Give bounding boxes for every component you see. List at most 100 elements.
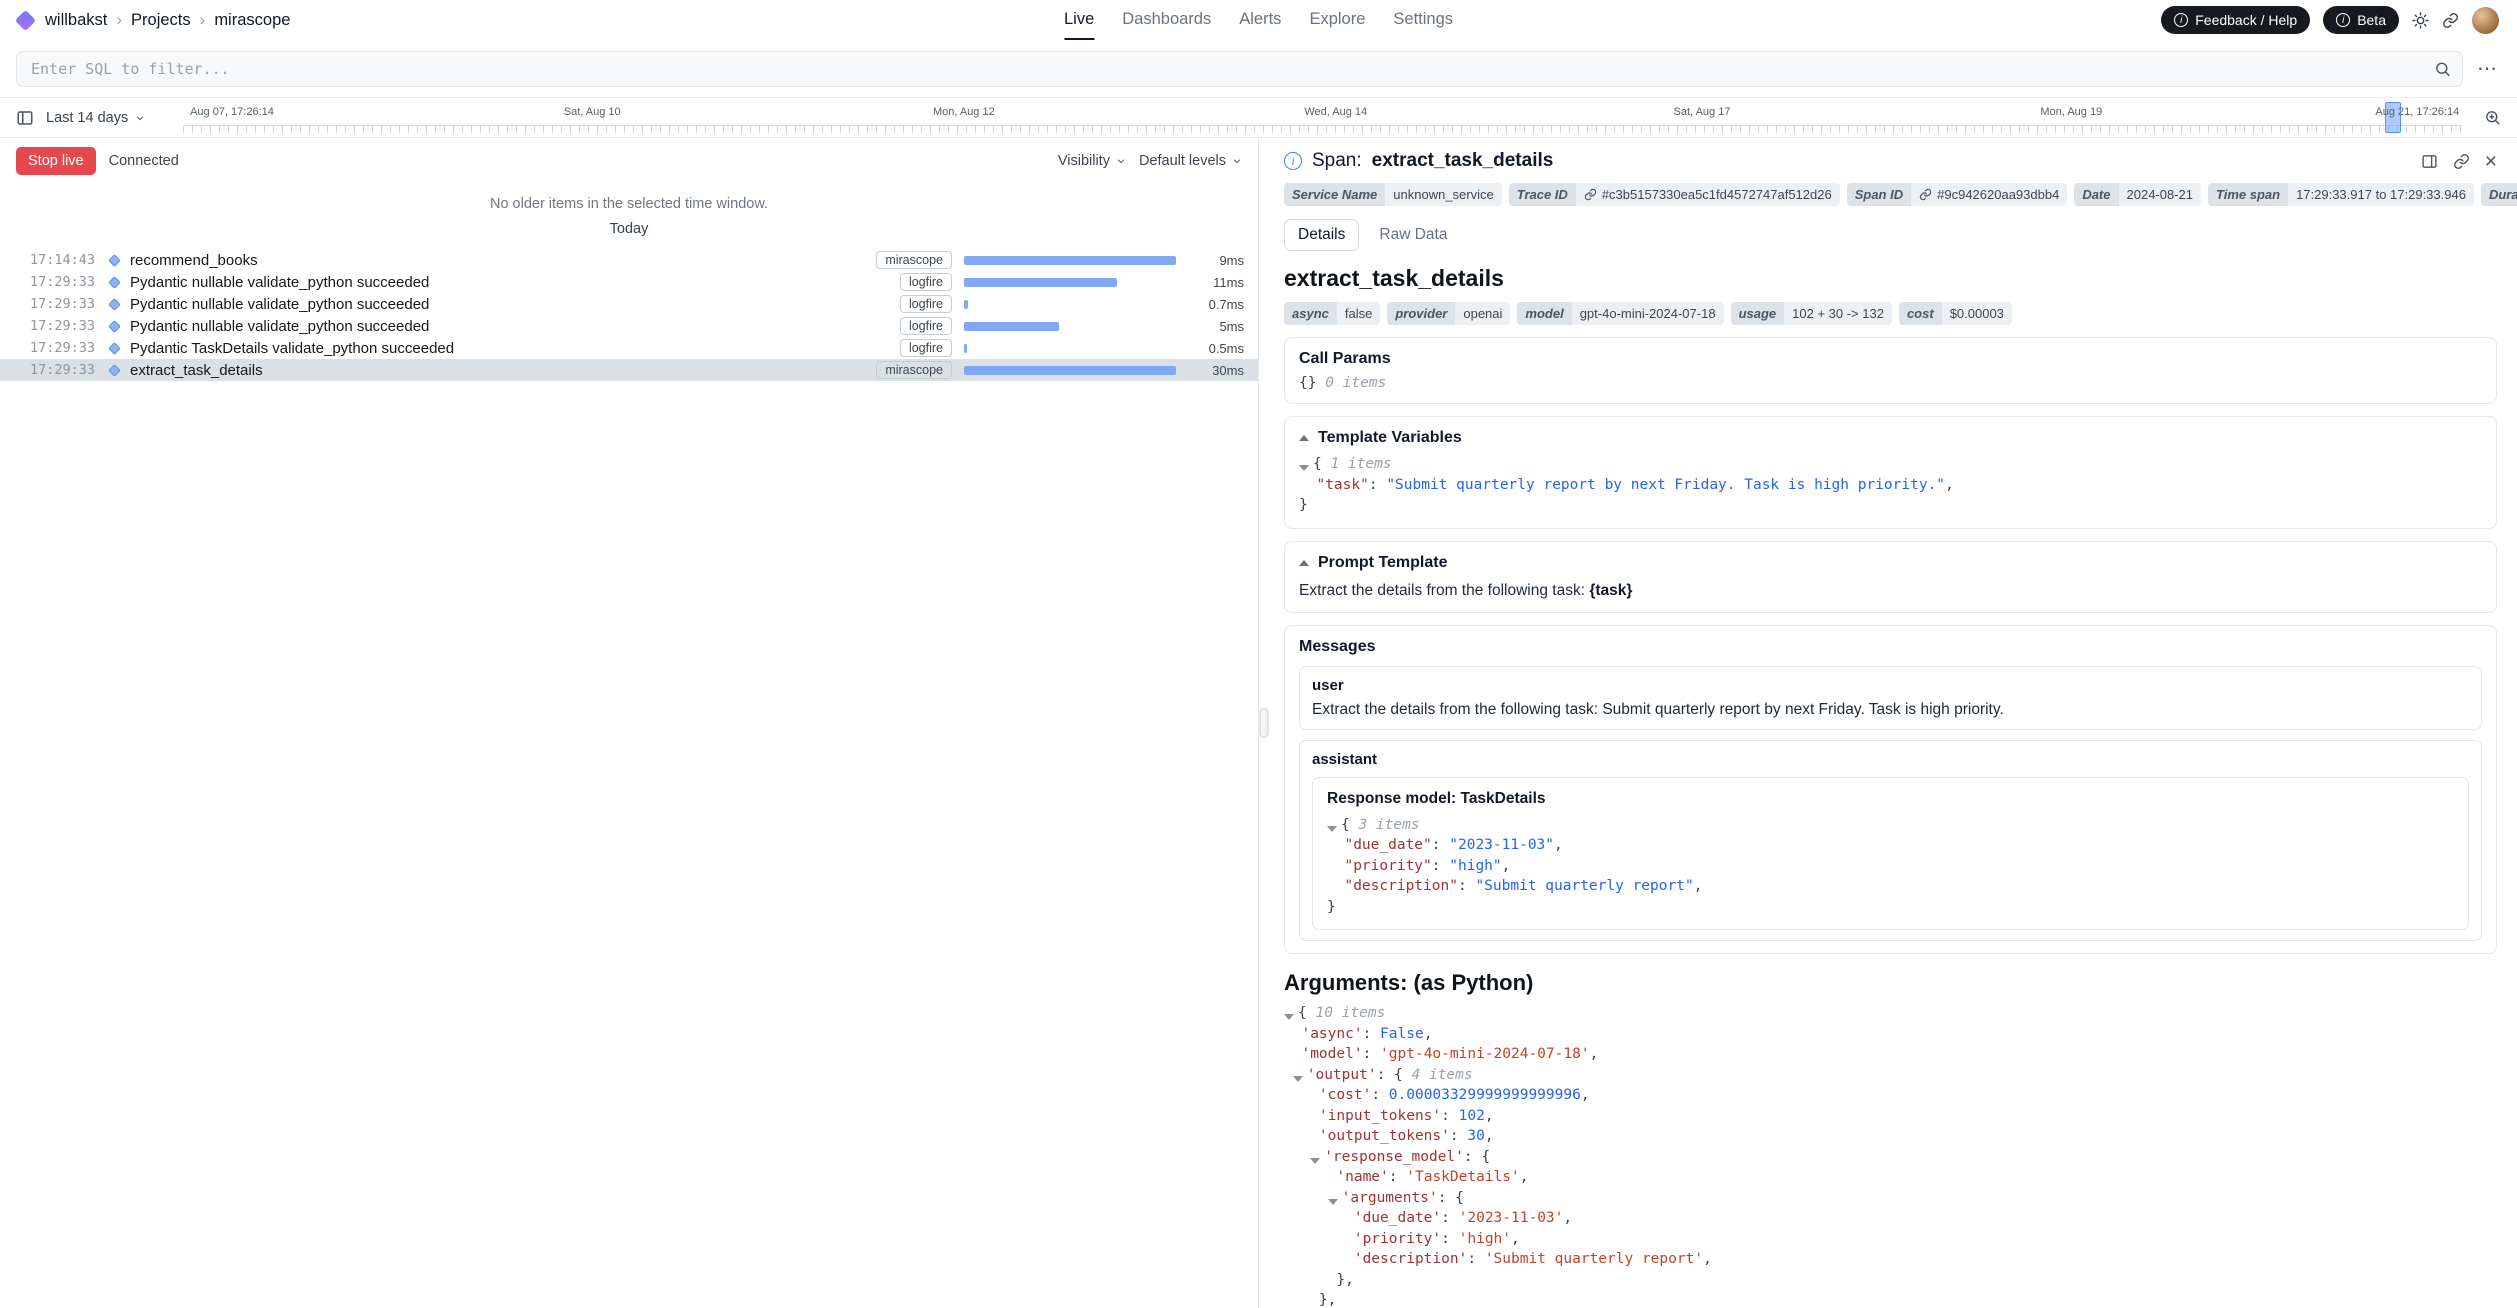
close-icon[interactable]: × (2485, 151, 2497, 172)
log-row[interactable]: 17:29:33Pydantic TaskDetails validate_py… (0, 337, 1258, 359)
levels-dropdown[interactable]: Default levels (1139, 153, 1242, 169)
feedback-help-label: Feedback / Help (2195, 12, 2297, 28)
meta-span-id[interactable]: Span ID#9c942620aa93dbb4 (1847, 183, 2068, 206)
duration-bar (964, 322, 1059, 331)
live-panel-header: Stop live Connected Visibility Default l… (0, 138, 1258, 184)
timeline-tick-label: Mon, Aug 19 (2040, 106, 2102, 118)
breadcrumb-separator: › (116, 10, 122, 30)
topbar-left: willbakst›Projects›mirascope (18, 10, 290, 30)
tag-badge: mirascope (876, 251, 952, 269)
user-message-text: Extract the details from the following t… (1312, 701, 2469, 719)
log-row[interactable]: 17:29:33extract_task_detailsmirascope30m… (0, 359, 1258, 381)
prompt-template-static: Extract the details from the following t… (1299, 582, 1589, 599)
theme-toggle-icon[interactable] (2412, 12, 2429, 29)
beta-label: Beta (2357, 12, 2386, 28)
detail-panel: i Span: extract_task_details × Service N… (1268, 138, 2517, 1308)
tab-raw-data[interactable]: Raw Data (1373, 220, 1453, 250)
span-diamond-icon (108, 254, 121, 267)
badge-label: provider (1387, 302, 1455, 325)
log-time: 17:14:43 (30, 252, 108, 268)
visibility-dropdown[interactable]: Visibility (1058, 153, 1126, 169)
dock-panel-icon[interactable] (2421, 153, 2438, 170)
search-icon[interactable] (2434, 60, 2451, 77)
prompt-template-card: Prompt Template Extract the details from… (1284, 541, 2497, 613)
span-diamond-icon (108, 320, 121, 333)
duration-bar-track (964, 300, 1176, 309)
meta-value: unknown_service (1385, 183, 1501, 206)
prompt-template-header[interactable]: Prompt Template (1299, 554, 2482, 572)
nav-dashboards[interactable]: Dashboards (1122, 0, 1211, 40)
tab-details[interactable]: Details (1284, 219, 1359, 251)
levels-label: Default levels (1139, 153, 1226, 169)
share-link-icon[interactable] (2442, 12, 2459, 29)
breadcrumb-mirascope[interactable]: mirascope (214, 11, 290, 30)
time-range-selector[interactable]: Last 14 days (46, 110, 145, 126)
zoom-icon[interactable] (2484, 109, 2501, 126)
avatar[interactable] (2472, 7, 2499, 34)
duration-bar-track (964, 322, 1176, 331)
template-variables-header[interactable]: Template Variables (1299, 429, 2482, 447)
badge-value: false (1337, 302, 1380, 325)
user-role: user (1312, 677, 2469, 694)
collapse-caret-icon (1299, 435, 1309, 441)
nav-settings[interactable]: Settings (1393, 0, 1453, 40)
breadcrumb-projects[interactable]: Projects (131, 11, 191, 30)
nav-explore[interactable]: Explore (1309, 0, 1365, 40)
chevron-down-icon (135, 113, 145, 123)
badge-cost: cost$0.00003 (1899, 302, 2012, 325)
meta-value: 2024-08-21 (2119, 183, 2202, 206)
nav-alerts[interactable]: Alerts (1239, 0, 1281, 40)
call-params-title: Call Params (1299, 350, 2482, 368)
arguments-code: { 10 items 'async': False, 'model': 'gpt… (1284, 1003, 2497, 1308)
assistant-message: assistant Response model: TaskDetails { … (1299, 740, 2482, 942)
tag-badge: logfire (900, 317, 952, 335)
arguments-title: Arguments: (as Python) (1284, 970, 2497, 996)
duration-bar-track (964, 278, 1176, 287)
sql-filter-input[interactable] (16, 51, 2463, 87)
connection-status: Connected (109, 153, 179, 169)
duration-bar (964, 300, 968, 309)
span-diamond-icon (108, 276, 121, 289)
response-model-box: Response model: TaskDetails { 3 items "d… (1312, 777, 2469, 931)
timeline-tick-label: Wed, Aug 14 (1304, 106, 1367, 118)
sidebar-toggle-icon[interactable] (16, 109, 34, 127)
nav-live[interactable]: Live (1064, 0, 1094, 40)
meta-label: Service Name (1284, 183, 1385, 206)
log-label: extract_task_details (130, 362, 876, 379)
log-row[interactable]: 17:29:33Pydantic nullable validate_pytho… (0, 293, 1258, 315)
log-row[interactable]: 17:29:33Pydantic nullable validate_pytho… (0, 271, 1258, 293)
meta-label: Duration (2481, 183, 2517, 206)
empty-notice: No older items in the selected time wind… (0, 196, 1258, 212)
beta-button[interactable]: i Beta (2323, 6, 2399, 34)
feedback-help-button[interactable]: i Feedback / Help (2161, 6, 2310, 34)
timeline-tick-label: Sat, Aug 10 (564, 106, 621, 118)
log-row[interactable]: 17:14:43recommend_booksmirascope9ms (0, 249, 1258, 271)
meta-time-span: Time span17:29:33.917 to 17:29:33.946 (2208, 183, 2474, 206)
timeline-tick-label: Mon, Aug 12 (933, 106, 995, 118)
call-params-count: 0 items (1325, 375, 1386, 391)
tag-badge: logfire (900, 339, 952, 357)
more-options-icon[interactable]: ⋯ (2473, 59, 2501, 79)
meta-value: 17:29:33.917 to 17:29:33.946 (2288, 183, 2474, 206)
meta-label: Date (2074, 183, 2118, 206)
log-row[interactable]: 17:29:33Pydantic nullable validate_pytho… (0, 315, 1258, 337)
permalink-icon[interactable] (2453, 153, 2470, 170)
span-diamond-icon (108, 298, 121, 311)
log-time: 17:29:33 (30, 274, 108, 290)
meta-trace-id[interactable]: Trace ID#c3b5157330ea5c1fd4572747af512d2… (1509, 183, 1840, 206)
prompt-template-text: Extract the details from the following t… (1299, 582, 2482, 600)
timeline-ruler[interactable]: Aug 07, 17:26:14Sat, Aug 10Mon, Aug 12We… (183, 98, 2462, 137)
response-model-title: Response model: TaskDetails (1327, 790, 2454, 808)
stop-live-button[interactable]: Stop live (16, 147, 96, 175)
span-header-actions: × (2421, 151, 2497, 172)
log-duration: 0.5ms (1188, 341, 1244, 356)
badge-value: 102 + 30 -> 132 (1784, 302, 1892, 325)
panel-divider[interactable] (1258, 138, 1268, 1308)
span-badges: asyncfalseprovideropenaimodelgpt-4o-mini… (1284, 302, 2497, 325)
breadcrumb-willbakst[interactable]: willbakst (45, 11, 107, 30)
divider-handle[interactable] (1259, 708, 1268, 738)
logo-icon[interactable] (15, 9, 36, 30)
template-variables-card: Template Variables { 1 items "task": "Su… (1284, 416, 2497, 529)
meta-duration: Duration29ms (2481, 183, 2517, 206)
badge-provider: provideropenai (1387, 302, 1510, 325)
